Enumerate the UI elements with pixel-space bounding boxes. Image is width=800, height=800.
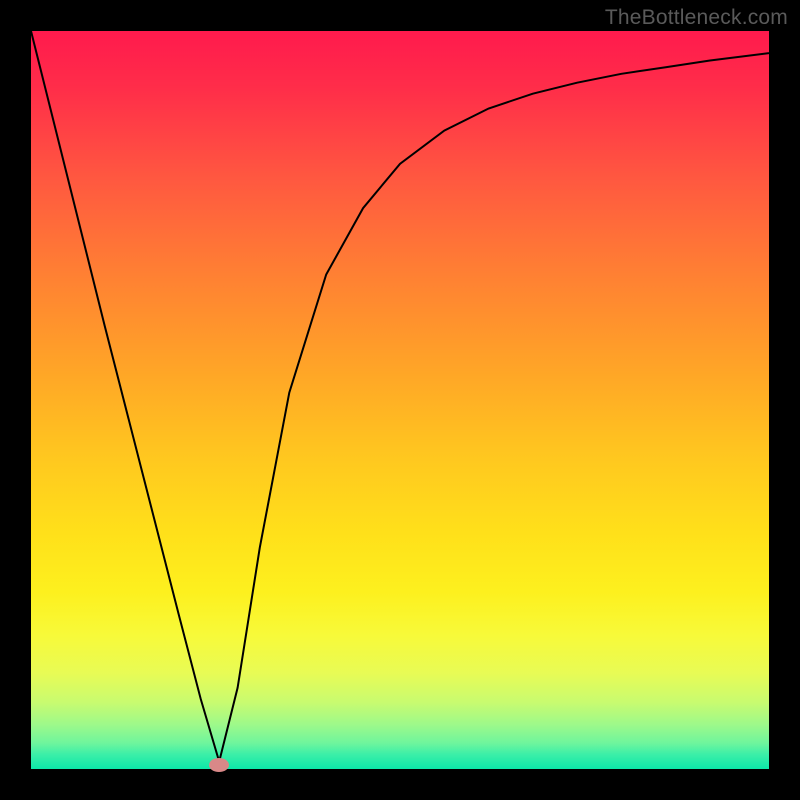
watermark-label: TheBottleneck.com [605, 6, 788, 30]
bottleneck-curve [31, 31, 769, 769]
optimal-point-marker [209, 758, 229, 772]
plot-area [31, 31, 769, 769]
chart-container: TheBottleneck.com [0, 0, 800, 800]
